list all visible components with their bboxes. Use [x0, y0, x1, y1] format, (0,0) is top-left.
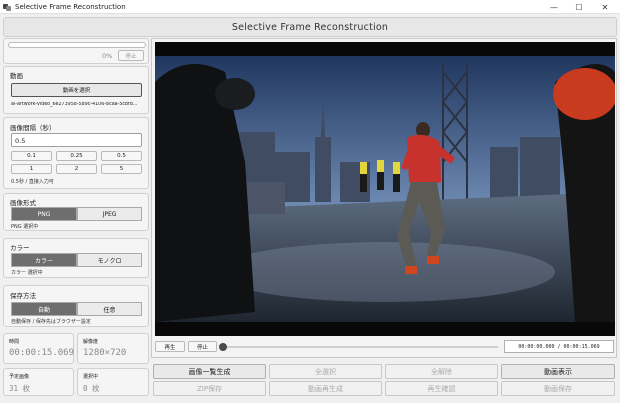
interval-preset-5[interactable]: 5 [101, 164, 142, 174]
action-bar: 画像一覧生成 全選択 全解除 動画表示 ZIP保存 動画再生成 再生確認 動画保… [151, 360, 617, 400]
color-status: カラー 選択中 [11, 270, 43, 276]
action-select-all[interactable]: 全選択 [269, 364, 382, 379]
progress-bar [8, 42, 146, 48]
format-png-option[interactable]: PNG [11, 207, 77, 221]
interval-preset-0.5[interactable]: 0.5 [101, 151, 142, 161]
interval-preset-0.1[interactable]: 0.1 [11, 151, 52, 161]
video-frame-image [155, 42, 615, 336]
interval-panel: 画像間隔（秒） 0.5 0.1 0.25 0.5 1 2 5 0.5秒 / 直接… [3, 117, 149, 189]
info-time: 時間 00:00:15.069 [3, 333, 74, 364]
info-time-label: 時間 [9, 339, 20, 345]
color-panel: カラー カラー モノクロ カラー 選択中 [3, 238, 149, 278]
select-video-button[interactable]: 動画を選択 [11, 83, 142, 97]
color-mono-option[interactable]: モノクロ [77, 253, 142, 267]
progress-percent: 0% [102, 52, 113, 60]
action-playback-check[interactable]: 再生確認 [385, 381, 498, 396]
interval-preset-1[interactable]: 1 [11, 164, 52, 174]
app-header: Selective Frame Reconstruction [3, 17, 617, 37]
time-display: 00:00:00.000 / 00:00:15.069 [504, 340, 614, 353]
action-generate-list[interactable]: 画像一覧生成 [153, 364, 266, 379]
info-resolution: 解像度 1280×720 [77, 333, 149, 364]
info-planned: 予定画像 31 枚 [3, 368, 74, 396]
info-resolution-value: 1280×720 [83, 348, 127, 358]
action-regenerate-video[interactable]: 動画再生成 [269, 381, 382, 396]
interval-note: 0.5秒 / 直接入力可 [11, 179, 54, 185]
window-title: Selective Frame Reconstruction [15, 2, 126, 11]
info-selected-value: 0 枚 [83, 384, 100, 393]
player-stop-button[interactable]: 停止 [188, 341, 217, 352]
color-color-option[interactable]: カラー [11, 253, 77, 267]
format-panel: 画像形式 PNG JPEG PNG 選択中 [3, 193, 149, 231]
maximize-button[interactable]: ☐ [568, 0, 590, 14]
left-panel: 0% 停止 動画 動画を選択 ai-artwork-video_6e273958… [3, 38, 149, 400]
progress-stop-button[interactable]: 停止 [118, 50, 144, 61]
progress-panel: 0% 停止 [3, 38, 149, 64]
app-header-title: Selective Frame Reconstruction [231, 21, 389, 33]
close-button[interactable]: ✕ [594, 0, 616, 14]
seek-thumb[interactable] [219, 343, 227, 351]
preview-panel: 再生 停止 00:00:00.000 / 00:00:15.069 [151, 38, 617, 358]
video-panel-title: 動画 [10, 72, 23, 80]
video-panel: 動画 動画を選択 ai-artwork-video_6e273958-589c-… [3, 66, 149, 114]
minimize-button[interactable]: — [543, 0, 565, 14]
format-jpeg-option[interactable]: JPEG [77, 207, 142, 221]
play-button[interactable]: 再生 [155, 341, 185, 352]
seek-track[interactable] [219, 343, 498, 351]
info-planned-value: 31 枚 [9, 384, 31, 393]
window-titlebar: Selective Frame Reconstruction — ☐ ✕ [0, 0, 620, 14]
video-filename: ai-artwork-video_6e273958-589c-4106-8caa… [11, 102, 138, 107]
format-panel-title: 画像形式 [10, 199, 36, 207]
action-show-video[interactable]: 動画表示 [501, 364, 615, 379]
video-frame[interactable] [155, 42, 615, 336]
interval-preset-0.25[interactable]: 0.25 [56, 151, 97, 161]
app-icon [3, 3, 11, 11]
format-status: PNG 選択中 [11, 224, 39, 230]
save-manual-option[interactable]: 任意 [77, 302, 142, 316]
action-save-video[interactable]: 動画保存 [501, 381, 615, 396]
interval-panel-title: 画像間隔（秒） [10, 124, 56, 132]
save-status: 自動保存 / 保存先はブラウザー設定 [11, 319, 91, 325]
save-panel: 保存方法 自動 任意 自動保存 / 保存先はブラウザー設定 [3, 285, 149, 327]
info-planned-label: 予定画像 [9, 374, 30, 380]
info-selected: 選択中 0 枚 [77, 368, 149, 396]
interval-preset-2[interactable]: 2 [56, 164, 97, 174]
action-zip-save[interactable]: ZIP保存 [153, 381, 266, 396]
info-resolution-label: 解像度 [83, 339, 99, 345]
info-selected-label: 選択中 [83, 374, 99, 380]
save-panel-title: 保存方法 [10, 292, 36, 300]
action-deselect-all[interactable]: 全解除 [385, 364, 498, 379]
color-panel-title: カラー [10, 244, 30, 252]
info-time-value: 00:00:15.069 [9, 348, 75, 358]
save-auto-option[interactable]: 自動 [11, 302, 77, 316]
interval-input[interactable]: 0.5 [11, 133, 142, 147]
